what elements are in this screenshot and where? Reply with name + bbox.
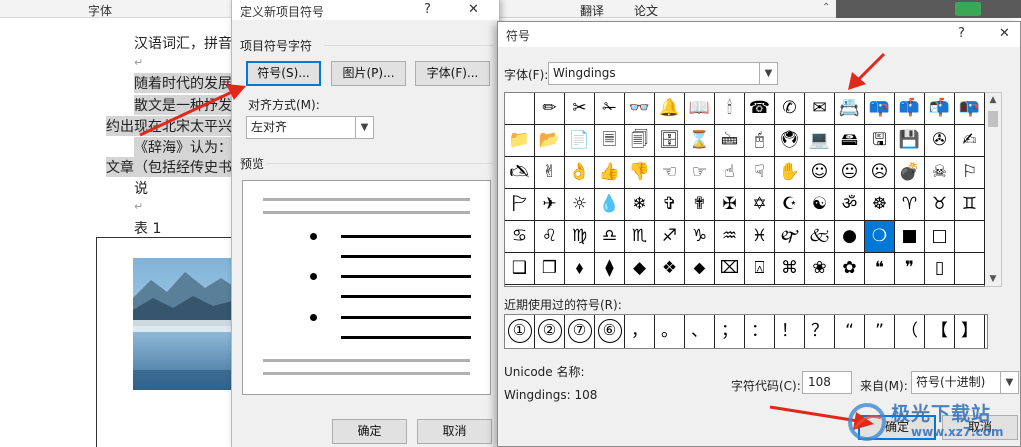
arrow-to-symbol-button <box>139 84 246 137</box>
arrow-to-grid-cell <box>848 52 886 90</box>
watermark-url: www.xz7.com <box>911 425 1004 439</box>
watermark: 极光下载站 www.xz7.com <box>847 397 1021 447</box>
watermark-logo-icon <box>848 403 886 441</box>
annotation-arrows <box>139 52 886 430</box>
watermark-brand: 极光下载站 <box>891 403 992 425</box>
